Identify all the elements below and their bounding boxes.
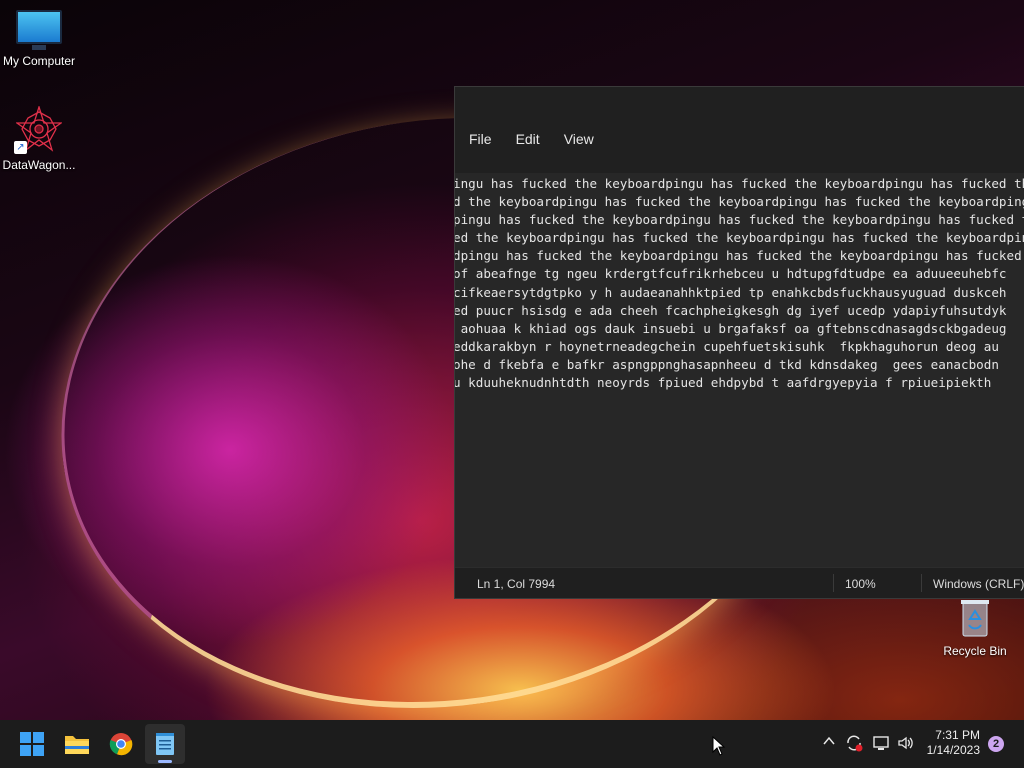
clock-time: 7:31 PM [935,728,980,742]
editor-line: of abeafnge tg ngeu krdergtfcufrikrhebce… [455,266,1007,282]
editor-line: u kduuheknudnhtdth neoyrds fpiued ehdpyb… [455,375,992,391]
editor-line: ingu has fucked the keyboardpingu has fu… [455,176,1024,191]
status-bar: Ln 1, Col 7994 100% Windows (CRLF) [455,567,1024,598]
notepad-icon [156,733,174,755]
datawagon-star-icon: ↗ [14,104,64,154]
menu-edit[interactable]: Edit [504,125,552,153]
window-titlebar[interactable] [455,87,1024,121]
file-explorer-button[interactable] [57,724,97,764]
editor-line: pingu has fucked the keyboardpingu has f… [455,212,1024,228]
editor-line: eddkarakbyn r hoynetrneadegchein cupehfu… [455,338,999,354]
menu-view[interactable]: View [552,125,606,153]
chevron-up-icon[interactable] [822,734,836,752]
editor-line: cifkeaersytdgtpko y h audaeanahhktpied t… [455,284,1007,300]
desktop-icon-recycle-bin[interactable]: Recycle Bin [933,598,1017,658]
folder-icon [65,736,89,754]
clock-date: 1/14/2023 [926,743,980,757]
editor-line: d the keyboardpingu has fucked the keybo… [455,194,1024,210]
taskbar-clock[interactable]: 7:31 PM 1/14/2023 [927,728,980,758]
windows-logo-icon [20,732,44,756]
editor-line: dpingu has fucked the keyboardpingu has … [455,248,1022,264]
desktop-icon-label: DataWagon... [2,158,76,172]
editor-line: ed puucr hsisdg e ada cheeh fcachpheigke… [455,302,1007,318]
text-editor[interactable]: ingu has fucked the keyboardpingu has fu… [455,173,1024,568]
volume-icon[interactable] [897,734,915,756]
taskbar: 7:31 PM 1/14/2023 2 [0,720,1024,768]
network-icon[interactable] [872,734,890,756]
chrome-icon [109,733,133,756]
notepad-taskbar-button[interactable] [145,724,185,764]
notepad-window[interactable]: File Edit View ingu has fucked the keybo… [454,86,1024,599]
status-divider [833,574,834,592]
desktop-icon-label: Recycle Bin [943,644,1007,658]
shortcut-arrow-icon: ↗ [14,141,27,154]
menu-file[interactable]: File [457,125,504,153]
status-divider [921,574,922,592]
desktop: My Computer ↗ DataWagon... Recycle Bin F… [0,0,1024,720]
monitor-icon [16,10,62,50]
recycle-bin-icon [958,598,992,637]
start-button[interactable] [12,724,52,764]
desktop-icon-label: My Computer [2,54,76,68]
status-cursor-position: Ln 1, Col 7994 [477,577,556,591]
desktop-icon-datawagon[interactable]: ↗ DataWagon... [0,104,81,172]
status-line-endings: Windows (CRLF) [933,577,1024,591]
sync-icon[interactable] [845,734,863,756]
chrome-button[interactable] [101,724,141,764]
editor-line: ed the keyboardpingu has fucked the keyb… [455,230,1024,246]
status-zoom: 100% [845,577,876,591]
editor-line: ohe d fkebfa e bafkr aspngppnghasapnheeu… [455,356,999,372]
editor-content: ingu has fucked the keyboardpingu has fu… [455,175,1024,392]
editor-line: aohuaa k khiad ogs dauk insuebi u brgafa… [455,320,1007,336]
notification-badge[interactable]: 2 [988,736,1004,752]
desktop-icon-my-computer[interactable]: My Computer [0,10,81,68]
menu-bar: File Edit View [455,121,1024,157]
